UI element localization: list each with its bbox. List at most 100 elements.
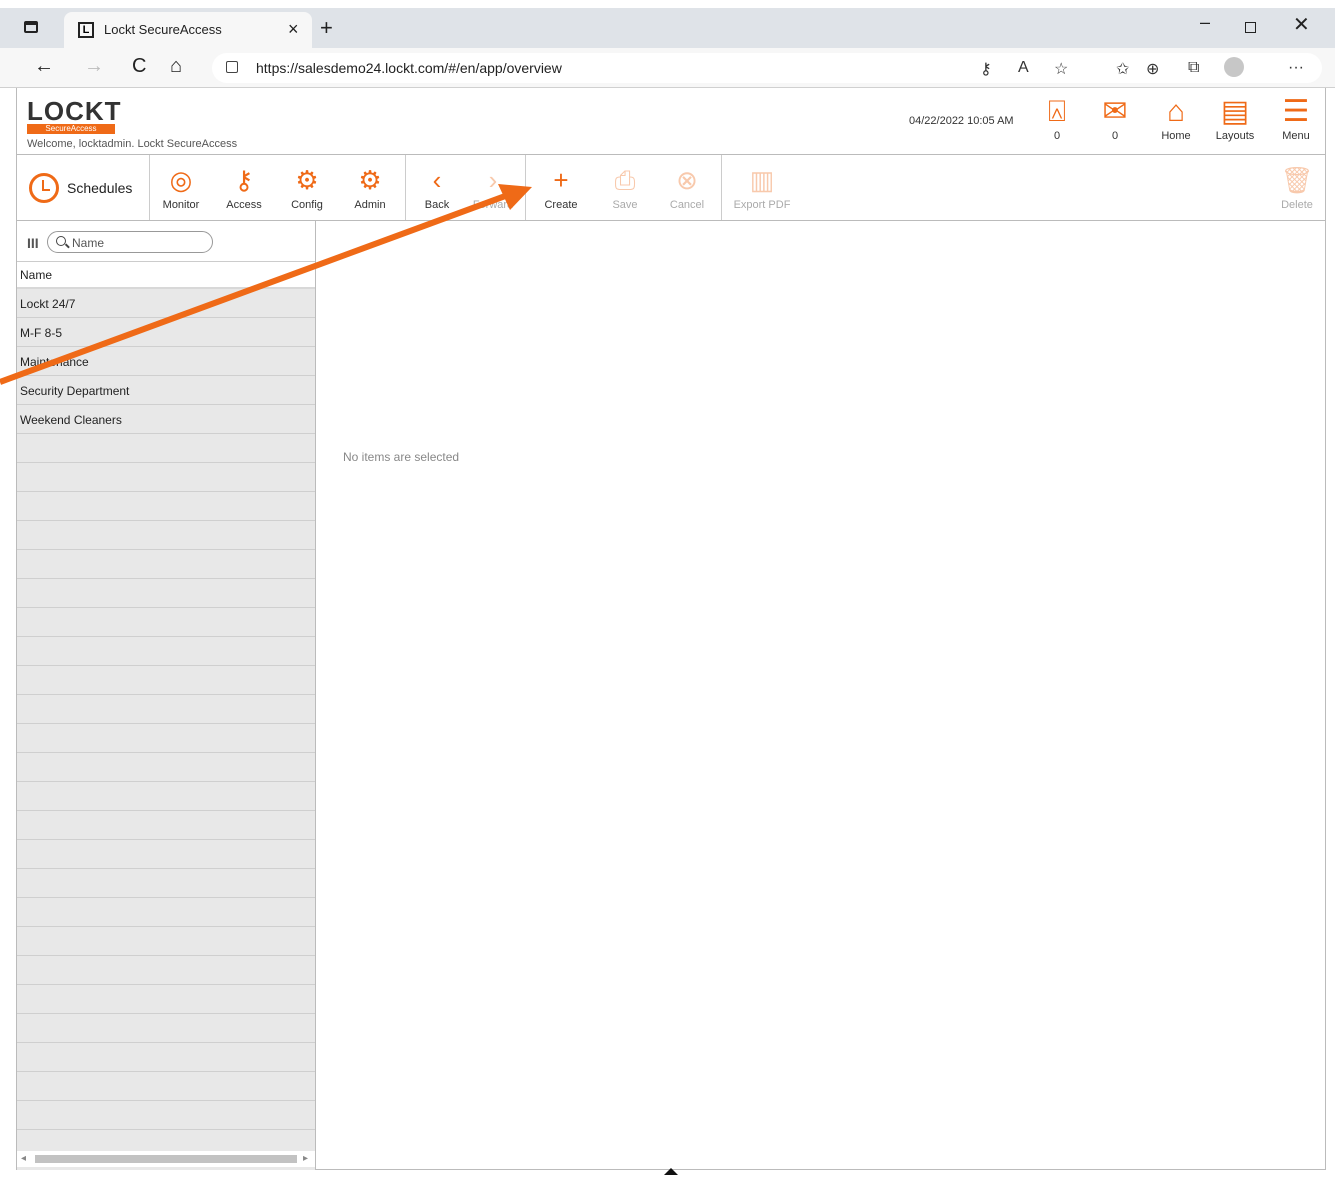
mail-icon: ✉ (1102, 95, 1128, 128)
export-pdf-button[interactable]: ▥ Export PDF (729, 161, 795, 211)
chevron-left-icon: ‹ (432, 165, 442, 195)
list-item[interactable]: Security Department (17, 376, 315, 405)
empty-row (17, 637, 315, 666)
read-aloud-icon[interactable]: A (1018, 59, 1029, 77)
alarms-count: 0 (1053, 130, 1061, 142)
list-item[interactable]: Weekend Cleaners (17, 405, 315, 434)
favicon-icon: L (78, 22, 94, 38)
empty-selection-message: No items are selected (343, 450, 460, 464)
key-icon[interactable]: ⚷ (980, 59, 992, 79)
welcome-text: Welcome, locktadmin. Lockt SecureAccess (27, 138, 238, 150)
empty-row (17, 492, 315, 521)
profile-icon[interactable] (1224, 57, 1244, 77)
forward-label: Forward (472, 199, 514, 211)
divider (149, 155, 150, 220)
messages-button[interactable]: ✉ 0 (1090, 94, 1140, 142)
forward-button[interactable]: › Forward (463, 161, 523, 211)
trash-icon: 🗑 (1280, 165, 1314, 195)
layouts-icon: ▤ (1220, 95, 1250, 128)
save-icon: ⎙ (614, 165, 636, 195)
admin-button[interactable]: ⚙ Admin (340, 161, 400, 211)
scroll-right-icon[interactable]: ▸ (303, 1153, 308, 1164)
chevron-right-icon: › (488, 165, 498, 195)
browser-tab[interactable]: L Lockt SecureAccess × (64, 12, 312, 48)
horizontal-scrollbar[interactable]: ◂ ▸ (17, 1151, 315, 1167)
app-header: LOCKT SecureAccess Welcome, locktadmin. … (16, 88, 1326, 154)
monitor-icon: ◎ (169, 165, 193, 195)
datetime: 04/22/2022 10:05 AM (909, 115, 1014, 127)
forward-arrow-icon[interactable]: → (84, 55, 104, 78)
empty-row (17, 898, 315, 927)
alarms-button[interactable]: ⍓ 0 (1032, 94, 1082, 142)
columns-icon[interactable]: III (27, 235, 39, 251)
messages-count: 0 (1111, 130, 1119, 142)
delete-label: Delete (1281, 199, 1313, 211)
more-icon[interactable]: ··· (1288, 59, 1304, 77)
access-button[interactable]: ⚷ Access (214, 161, 274, 211)
empty-row (17, 811, 315, 840)
search-placeholder: Name (72, 236, 105, 250)
back-label: Back (424, 199, 450, 211)
menu-label: Menu (1282, 130, 1310, 142)
search-icon (56, 236, 66, 246)
empty-row (17, 1072, 315, 1101)
layouts-button[interactable]: ▤ Layouts (1210, 94, 1260, 142)
empty-row (17, 985, 315, 1014)
collections-icon[interactable]: ⊕ (1146, 59, 1159, 79)
gear-icon: ⚙ (295, 165, 319, 195)
toolbar: Schedules ◎ Monitor ⚷ Access ⚙ Config ⚙ … (16, 154, 1326, 221)
save-button[interactable]: ⎙ Save (595, 161, 655, 211)
refresh-icon[interactable]: C (132, 55, 146, 78)
empty-row (17, 608, 315, 637)
export-pdf-label: Export PDF (733, 199, 791, 211)
list-search-row: III Name (17, 221, 315, 261)
address-bar[interactable]: https://salesdemo24.lockt.com/#/en/app/o… (212, 53, 1322, 83)
delete-button[interactable]: 🗑 Delete (1267, 161, 1327, 211)
divider (405, 155, 406, 220)
scroll-left-icon[interactable]: ◂ (21, 1153, 26, 1164)
config-label: Config (291, 199, 323, 211)
minimize-button[interactable]: – (1200, 12, 1210, 33)
new-tab-button[interactable]: + (320, 15, 333, 41)
tab-actions-icon[interactable] (24, 21, 38, 33)
empty-row (17, 869, 315, 898)
empty-row (17, 840, 315, 869)
tab-close-icon[interactable]: × (288, 19, 299, 40)
expand-caret-icon[interactable] (664, 1168, 678, 1175)
cancel-icon: ⊗ (676, 165, 698, 195)
list-item[interactable]: M-F 8-5 (17, 318, 315, 347)
app-window: L Lockt SecureAccess × + – ✕ ← → C ⌂ htt… (0, 0, 1335, 1178)
empty-row (17, 521, 315, 550)
list-rows: Lockt 24/7 M-F 8-5 Maintenance Security … (17, 289, 315, 1159)
browser-tab-strip: L Lockt SecureAccess × + – ✕ (0, 8, 1335, 48)
lock-icon (226, 61, 238, 73)
cancel-button[interactable]: ⊗ Cancel (657, 161, 717, 211)
detail-panel: No items are selected (316, 221, 1326, 1170)
divider (721, 155, 722, 220)
admin-label: Admin (354, 199, 386, 211)
home-button[interactable]: ⌂ Home (1151, 94, 1201, 142)
maximize-button[interactable] (1245, 22, 1256, 33)
extensions-icon[interactable]: ⧉ (1188, 59, 1199, 77)
list-item[interactable]: Lockt 24/7 (17, 289, 315, 318)
column-header-name[interactable]: Name (17, 261, 315, 289)
create-button[interactable]: + Create (531, 161, 591, 211)
favorites-icon[interactable]: ✩ (1116, 59, 1129, 79)
back-button[interactable]: ‹ Back (407, 161, 467, 211)
add-favorite-icon[interactable]: ☆ (1054, 59, 1068, 79)
config-button[interactable]: ⚙ Config (277, 161, 337, 211)
empty-row (17, 666, 315, 695)
schedules-module-button[interactable]: Schedules (25, 169, 145, 207)
search-input[interactable]: Name (47, 231, 213, 253)
close-window-button[interactable]: ✕ (1293, 12, 1310, 37)
home-label: Home (1161, 130, 1191, 142)
list-item[interactable]: Maintenance (17, 347, 315, 376)
empty-row (17, 724, 315, 753)
empty-row (17, 927, 315, 956)
menu-button[interactable]: ☰ Menu (1271, 94, 1321, 142)
home-icon[interactable]: ⌂ (170, 55, 182, 78)
back-arrow-icon[interactable]: ← (34, 55, 54, 78)
empty-row (17, 434, 315, 463)
monitor-button[interactable]: ◎ Monitor (151, 161, 211, 211)
scrollbar-thumb[interactable] (35, 1155, 297, 1163)
